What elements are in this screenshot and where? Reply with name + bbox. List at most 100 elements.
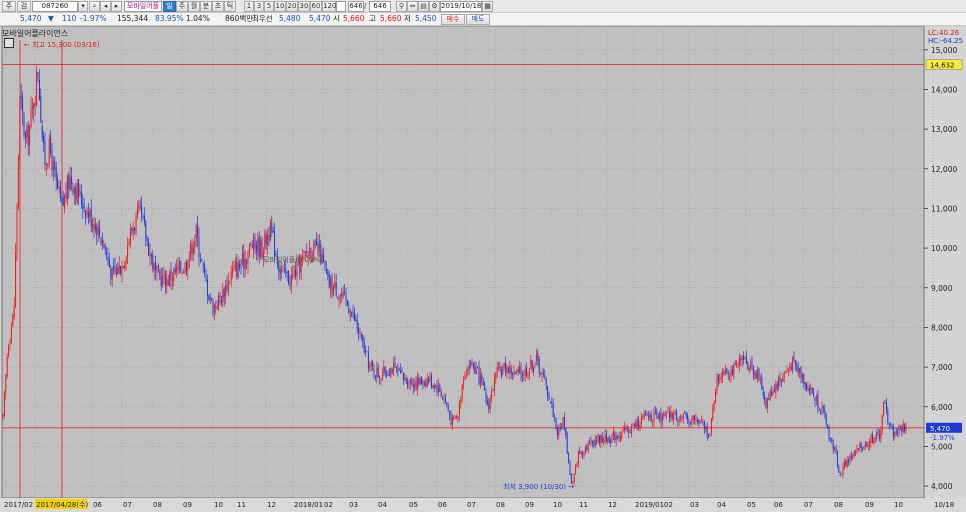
stock-chart[interactable]: 4,000 5,000 6,000 7,000 8,000 9,000 10,000 11,0… [0,26,966,512]
candle-down [223,288,225,299]
candle-down [745,357,747,365]
candle-down [446,402,448,405]
candle-down [394,362,396,366]
candle-down [131,227,133,231]
candle-down [402,373,404,380]
x-tick-label: 03 [690,501,699,509]
period-5[interactable]: 5 [264,1,274,12]
candle-down [268,234,270,241]
candle-up [869,441,871,448]
candle-up [290,274,292,285]
candle-down [650,413,652,421]
candle-up [691,418,693,423]
candle-up [516,370,518,373]
search-button[interactable]: 검 [17,1,31,12]
candle-down [22,97,24,113]
period-60[interactable]: 60 [310,1,322,12]
period-3[interactable]: 3 [254,1,264,12]
x-tick-label: 10 [553,501,562,509]
tab-month[interactable]: 월 [188,1,200,12]
candle-up [787,368,789,370]
candle-down [717,374,719,382]
stock-code-input[interactable]: 087260 [32,1,78,12]
candle-up [533,366,535,373]
candle-down [341,293,343,296]
candle-down [832,442,834,450]
candle-up [282,266,284,269]
candle-down [647,415,649,417]
tab-day[interactable]: 일 [163,1,176,12]
code-dropdown-icon[interactable]: ▾ [78,1,88,12]
chart-type-select[interactable]: 주 [2,1,16,12]
candle-up [639,425,641,429]
candle-down [579,451,581,454]
candle-up [783,374,785,379]
candle-down [542,372,544,374]
candle-up [653,411,655,422]
candle-down [548,395,550,401]
tab-week[interactable]: 주 [176,1,188,12]
candle-up [369,365,371,368]
period-30[interactable]: 30 [298,1,310,12]
candle-up [342,291,344,298]
candle-up [10,326,12,342]
candle-down [274,230,276,256]
candle-up [227,279,229,292]
x-tick-label: 2019/01 [635,501,664,509]
candle-down [689,422,691,424]
candle-up [584,447,586,453]
search-icon[interactable]: ⌕ [89,1,100,12]
last-price-label: 5,470 [930,425,950,433]
candle-up [47,164,49,167]
candle-up [435,384,437,389]
candle-up [456,415,458,419]
candle-down [59,185,61,198]
period-120[interactable]: 120 [322,1,336,12]
next-stock-icon[interactable]: ▸ [111,1,122,12]
candle-down [379,376,381,379]
candle-down [628,429,630,434]
candle-down [521,375,523,377]
buy-button[interactable]: 매수 [441,14,465,25]
candle-down [526,367,528,377]
settings-icon[interactable]: ⚙ [429,1,440,12]
save-icon[interactable]: ▤ [418,1,429,12]
period-20[interactable]: 20 [286,1,298,12]
x-tick-label: 08 [496,501,505,509]
candle-down [890,425,892,427]
candle-up [573,473,575,482]
candle-up [29,124,31,146]
candle-up [778,378,780,389]
candle-up [153,263,155,272]
candle-up [213,305,215,313]
candle-down [566,433,568,454]
x-tick-label: 04 [717,501,726,509]
period-1[interactable]: 1 [244,1,254,12]
candle-down [687,415,689,420]
candle-up [815,396,817,401]
candle-up [6,356,8,377]
date-input[interactable]: 2019/10/18 [440,1,482,12]
link-icon[interactable]: ⇔ [407,1,418,12]
tab-second[interactable]: 초 [212,1,224,12]
count-input[interactable]: 646 [348,1,364,12]
sell-button[interactable]: 매도 [466,14,490,25]
candle-down [405,378,407,383]
chart-info-icon[interactable] [4,38,14,48]
candle-up [626,428,628,429]
candle-up [339,294,341,297]
candle-down [108,258,110,268]
tab-minute[interactable]: 분 [200,1,212,12]
candle-up [58,187,60,190]
period-10[interactable]: 10 [274,1,286,12]
zoom-icon[interactable]: ⚲ [396,1,407,12]
prev-stock-icon[interactable]: ◂ [100,1,111,12]
candle-down [776,383,778,389]
period-custom-input[interactable] [336,1,346,12]
candle-down [261,238,263,258]
candle-down [871,434,873,443]
x-tick-label: 12 [267,501,276,509]
candle-down [62,197,64,206]
calendar-icon[interactable]: ▦ [482,1,493,12]
tab-tick[interactable]: 틱 [224,1,236,12]
